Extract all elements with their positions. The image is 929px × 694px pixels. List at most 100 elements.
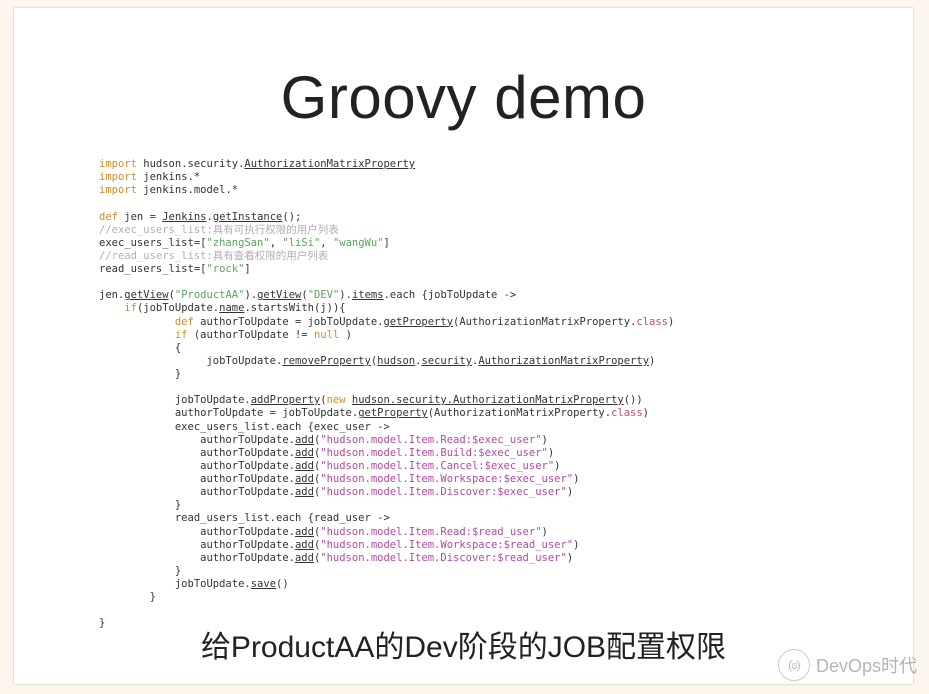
- slide-title: Groovy demo: [14, 63, 913, 132]
- code-token: Jenkins: [162, 211, 206, 223]
- code-token: authorToUpdate.: [99, 460, 295, 472]
- code-token: import: [99, 171, 137, 183]
- watermark-icon: (ಠ): [778, 649, 810, 681]
- code-token: ): [573, 473, 579, 485]
- code-token: hudson: [377, 355, 415, 367]
- code-token: ,: [320, 237, 333, 249]
- code-string: "zhangSan": [206, 237, 269, 249]
- code-string: "DEV": [308, 289, 340, 301]
- code-token: ,: [270, 237, 283, 249]
- code-token: jen =: [118, 211, 162, 223]
- code-token: authorToUpdate.: [99, 552, 295, 564]
- code-token: getInstance: [213, 211, 283, 223]
- code-comment: //exec_users_list:具有可执行权限的用户列表: [99, 224, 339, 236]
- code-string: "hudson.model.Item.Discover:$exec_user": [320, 486, 567, 498]
- code-token: ): [542, 434, 548, 446]
- code-token: ();: [282, 211, 301, 223]
- code-token: getProperty: [358, 407, 428, 419]
- code-token: ): [573, 539, 579, 551]
- code-token: (jobToUpdate.: [137, 302, 219, 314]
- code-token: exec_users_list.each {exec_user ->: [99, 421, 390, 433]
- code-token: jenkins.model.*: [137, 184, 238, 196]
- watermark-label: DevOps时代: [816, 652, 917, 678]
- code-string: "hudson.model.Item.Build:$exec_user": [320, 447, 548, 459]
- code-token: ): [339, 329, 352, 341]
- code-token: removeProperty: [282, 355, 371, 367]
- code-token: getProperty: [383, 316, 453, 328]
- code-token: authorToUpdate = jobToUpdate.: [99, 407, 358, 419]
- code-token: authorToUpdate.: [99, 526, 295, 538]
- code-token: [99, 329, 175, 341]
- code-token: ]: [244, 263, 250, 275]
- code-token: add: [295, 552, 314, 564]
- code-token: ): [567, 486, 573, 498]
- slide: Groovy demo import hudson.security.Autho…: [14, 8, 913, 684]
- code-token: add: [295, 539, 314, 551]
- code-string: "hudson.model.Item.Discover:$read_user": [320, 552, 567, 564]
- code-string: "hudson.model.Item.Workspace:$read_user": [320, 539, 573, 551]
- code-token: def: [99, 211, 118, 223]
- code-token: (): [276, 578, 289, 590]
- code-token: ): [554, 460, 560, 472]
- code-token: AuthorizationMatrixProperty: [478, 355, 649, 367]
- code-token: jenkins.*: [137, 171, 200, 183]
- code-token: jobToUpdate.: [99, 394, 251, 406]
- code-token: ): [649, 355, 655, 367]
- code-string: "hudson.model.Item.Workspace:$exec_user": [320, 473, 573, 485]
- code-token: [99, 302, 124, 314]
- code-token: (AuthorizationMatrixProperty.: [453, 316, 636, 328]
- code-string: "hudson.model.Item.Cancel:$exec_user": [320, 460, 554, 472]
- code-token: add: [295, 473, 314, 485]
- code-token: authorToUpdate = jobToUpdate.: [194, 316, 384, 328]
- code-string: "hudson.model.Item.Read:$read_user": [320, 526, 541, 538]
- code-token: add: [295, 486, 314, 498]
- code-token: ): [668, 316, 674, 328]
- code-token: import: [99, 158, 137, 170]
- code-token: }: [99, 565, 181, 577]
- code-string: "wangWu": [333, 237, 384, 249]
- code-token: .each {jobToUpdate ->: [384, 289, 517, 301]
- code-token: add: [295, 460, 314, 472]
- watermark: (ಠ) DevOps时代: [778, 649, 917, 681]
- code-token: }: [99, 368, 181, 380]
- code-string: "ProductAA": [175, 289, 245, 301]
- code-token: read_users_list=[: [99, 263, 206, 275]
- code-token: [99, 316, 175, 328]
- code-token: ]: [384, 237, 390, 249]
- code-token: ): [567, 552, 573, 564]
- code-token: hudson.security.AuthorizationMatrixPrope…: [352, 394, 624, 406]
- code-token: {: [99, 342, 181, 354]
- code-token: (AuthorizationMatrixProperty.: [428, 407, 611, 419]
- code-token: (authorToUpdate !=: [188, 329, 314, 341]
- code-token: ): [548, 447, 554, 459]
- code-token: jobToUpdate.: [99, 355, 282, 367]
- code-token: new: [327, 394, 346, 406]
- code-string: "liSi": [282, 237, 320, 249]
- code-token: AuthorizationMatrixProperty: [244, 158, 415, 170]
- code-token: jen.: [99, 289, 124, 301]
- code-token: ).: [244, 289, 257, 301]
- code-token: security: [421, 355, 472, 367]
- code-token: add: [295, 434, 314, 446]
- code-token: authorToUpdate.: [99, 434, 295, 446]
- code-token: if: [175, 329, 188, 341]
- code-token: ): [542, 526, 548, 538]
- code-block: import hudson.security.AuthorizationMatr…: [99, 158, 913, 631]
- code-comment: //read_users_list:具有查看权限的用户列表: [99, 250, 328, 262]
- code-token: getView: [124, 289, 168, 301]
- code-token: name: [219, 302, 244, 314]
- code-token: ).: [339, 289, 352, 301]
- code-token: read_users_list.each {read_user ->: [99, 512, 390, 524]
- code-token: jobToUpdate.: [99, 578, 251, 590]
- code-token: null: [314, 329, 339, 341]
- code-string: "rock": [206, 263, 244, 275]
- code-token: class: [636, 316, 668, 328]
- code-token: authorToUpdate.: [99, 447, 295, 459]
- code-token: hudson.security.: [137, 158, 244, 170]
- code-token: if: [124, 302, 137, 314]
- code-token: }: [99, 499, 181, 511]
- code-token: getView: [257, 289, 301, 301]
- code-token: }: [99, 591, 156, 603]
- code-token: class: [611, 407, 643, 419]
- code-token: ): [643, 407, 649, 419]
